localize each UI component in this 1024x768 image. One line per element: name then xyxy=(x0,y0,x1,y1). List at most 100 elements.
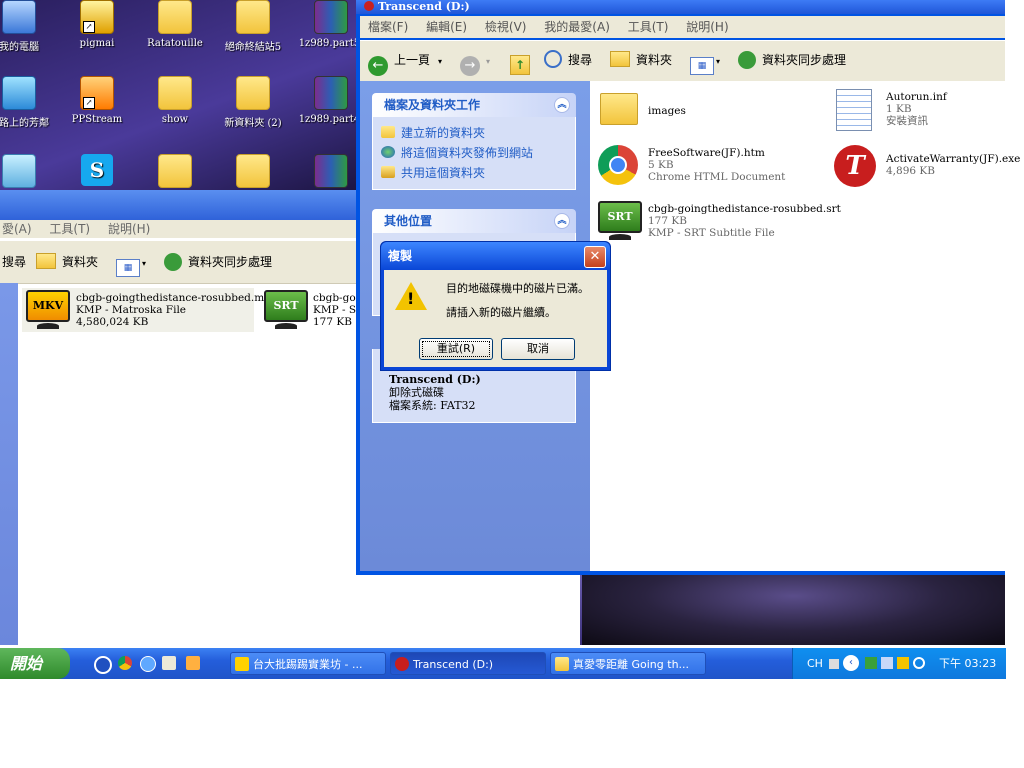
chevron-down-icon: ▾ xyxy=(716,57,721,66)
desktop-icon-my-computer[interactable]: 我的電腦 xyxy=(0,0,56,53)
file-name: cbgb-goingthedistance-rosubbed.srt xyxy=(648,203,841,215)
task-new-folder[interactable]: 建立新的資料夾 xyxy=(381,123,567,143)
close-button[interactable]: ✕ xyxy=(584,246,606,268)
window-title: Transcend (D:) xyxy=(378,0,470,13)
menu-edit[interactable]: 編輯(E) xyxy=(426,20,467,34)
language-indicator[interactable]: CH xyxy=(807,648,823,679)
desktop-icon-recycle-bin[interactable] xyxy=(0,154,56,192)
folder-icon xyxy=(158,0,192,34)
folders-label: 資料夾 xyxy=(636,53,673,67)
desktop-icon-ratatouille[interactable]: Ratatouille xyxy=(138,0,212,49)
desktop-icon-folder[interactable] xyxy=(138,154,212,192)
forward-button[interactable]: → ▾ xyxy=(460,49,490,76)
panel-header[interactable]: 其他位置 ︽ xyxy=(372,209,576,233)
chevron-left-icon[interactable]: ‹ xyxy=(843,655,859,671)
file-size: 177 KB xyxy=(648,215,687,227)
taskbar-button-folder[interactable]: 真愛零距離 Going th... xyxy=(550,652,706,675)
show-desktop-icon[interactable] xyxy=(162,656,176,670)
file-name: FreeSoftware(JF).htm xyxy=(648,147,765,159)
desktop-icon-ppstream[interactable]: ↗ PPStream xyxy=(60,76,134,125)
desktop-icon-network-places[interactable]: 網路上的芳鄰 xyxy=(0,76,56,129)
search-icon xyxy=(544,50,562,68)
sync-folders-button[interactable]: 資料夾同步處理 xyxy=(164,251,272,273)
title-bar[interactable]: Transcend (D:) xyxy=(356,0,1005,14)
desktop-icon-show[interactable]: show xyxy=(138,76,212,125)
folder-icon xyxy=(236,0,270,34)
sync-folders-button[interactable]: 資料夾同步處理 xyxy=(738,49,846,71)
folders-button[interactable]: 資料夾 xyxy=(36,251,98,273)
recycle-bin-icon xyxy=(2,154,36,188)
menu-help[interactable]: 說明(H) xyxy=(686,20,728,34)
desktop-icon-final-destination[interactable]: 絕命終結站5 xyxy=(216,0,290,53)
internet-explorer-icon[interactable] xyxy=(140,656,156,672)
cancel-button[interactable]: 取消 xyxy=(501,338,575,360)
search-label: 搜尋 xyxy=(568,53,593,67)
back-button[interactable]: ← 上一頁 ▾ xyxy=(368,49,442,76)
sync-icon xyxy=(738,51,756,69)
file-item-srt[interactable]: SRT cbgb-goi KMP - S 177 KB xyxy=(262,288,356,332)
globe-icon xyxy=(381,146,395,158)
folders-button[interactable]: 資料夾 xyxy=(610,49,672,71)
desktop-icon-folder[interactable] xyxy=(216,154,290,192)
menu-favorites[interactable]: 愛(A) xyxy=(2,222,32,236)
folder-icon xyxy=(610,51,630,67)
setup-info-icon xyxy=(836,89,872,131)
winrar-archive-icon xyxy=(314,154,348,188)
file-item-srt[interactable]: SRT cbgb-goingthedistance-rosubbed.srt 1… xyxy=(598,201,841,247)
task-pane xyxy=(0,283,18,645)
chrome-quicklaunch-icon[interactable] xyxy=(118,656,132,670)
dialog-title-bar[interactable]: 複製 xyxy=(381,242,610,270)
menu-tools[interactable]: 工具(T) xyxy=(628,20,669,34)
task-publish-web[interactable]: 將這個資料夾發佈到網站 xyxy=(381,143,567,163)
taskbar-button-label: 真愛零距離 Going th... xyxy=(573,658,690,671)
menu-tools[interactable]: 工具(T) xyxy=(49,222,90,236)
taskbar-button-ptt[interactable]: 台大批踢踢實業坊 - ... xyxy=(230,652,386,675)
file-item-freesoftware-htm[interactable]: FreeSoftware(JF).htm 5 KB Chrome HTML Do… xyxy=(598,145,818,191)
menu-help[interactable]: 說明(H) xyxy=(108,222,150,236)
views-button[interactable]: ▦ ▾ xyxy=(690,49,721,75)
desktop-icon-label: pigmai xyxy=(79,38,115,49)
start-label: 開始 xyxy=(10,654,43,673)
file-name: cbgb-goi xyxy=(313,292,356,304)
file-item-autorun[interactable]: Autorun.inf 1 KB 安裝資訊 xyxy=(834,89,1004,137)
file-size: 4,896 KB xyxy=(886,165,935,177)
file-item-activatewarranty-exe[interactable]: T ActivateWarranty(JF).exe 4,896 KB xyxy=(834,145,1020,191)
network-status-icon[interactable] xyxy=(881,657,893,669)
desktop-icon-skype[interactable]: S xyxy=(60,154,134,190)
mkv-file-icon: MKV xyxy=(26,290,70,332)
menu-bar: 檔案(F) 編輯(E) 檢視(V) 我的最愛(A) 工具(T) 說明(H) xyxy=(360,16,1005,38)
search-button[interactable]: 搜尋 xyxy=(2,251,26,273)
collapse-chevron-icon[interactable]: ︽ xyxy=(554,97,570,113)
menu-favorites[interactable]: 我的最愛(A) xyxy=(544,20,610,34)
file-name: images xyxy=(648,105,686,117)
menu-file[interactable]: 檔案(F) xyxy=(368,20,408,34)
collapse-chevron-icon[interactable]: ︽ xyxy=(554,213,570,229)
task-share-folder[interactable]: 共用這個資料夾 xyxy=(381,163,567,183)
desktop-icon-pigmai[interactable]: ↗ pigmai xyxy=(60,0,134,49)
desktop-icon-new-folder-2[interactable]: 新資料夾 (2) xyxy=(216,76,290,129)
taskbar-button-transcend[interactable]: Transcend (D:) xyxy=(390,652,546,675)
task-label: 共用這個資料夾 xyxy=(401,166,486,180)
keyboard-icon[interactable] xyxy=(829,659,839,669)
forward-arrow-icon: → xyxy=(460,56,480,76)
file-item-mkv[interactable]: MKV cbgb-goingthedistance-rosubbed.mkv K… xyxy=(22,288,276,332)
pigmai-icon xyxy=(235,657,249,671)
search-button[interactable]: 搜尋 xyxy=(544,49,592,71)
clock[interactable]: 下午 03:23 xyxy=(939,648,996,679)
warning-tray-icon[interactable] xyxy=(897,657,909,669)
up-folder-button[interactable]: ↑ xyxy=(510,49,530,75)
folder-icon xyxy=(158,154,192,188)
transcend-app-icon xyxy=(395,657,409,671)
start-button[interactable]: 開始 xyxy=(0,648,70,679)
views-button[interactable]: ▦ ▾ xyxy=(116,251,146,277)
close-icon: ✕ xyxy=(589,249,601,264)
search-tray-icon[interactable] xyxy=(913,657,925,669)
panel-header[interactable]: 檔案及資料夾工作 ︽ xyxy=(372,93,576,117)
retry-button[interactable]: 重試(R) xyxy=(419,338,493,360)
tray-app-icon[interactable] xyxy=(865,657,877,669)
copy-error-dialog[interactable]: 複製 ✕ ! 目的地磁碟機中的磁片已滿。 請插入新的磁片繼續。 重試(R) 取消 xyxy=(380,241,611,371)
menu-view[interactable]: 檢視(V) xyxy=(485,20,527,34)
messenger-icon[interactable] xyxy=(186,656,200,670)
media-player-icon[interactable] xyxy=(94,656,112,674)
file-item-images-folder[interactable]: images xyxy=(598,89,798,133)
